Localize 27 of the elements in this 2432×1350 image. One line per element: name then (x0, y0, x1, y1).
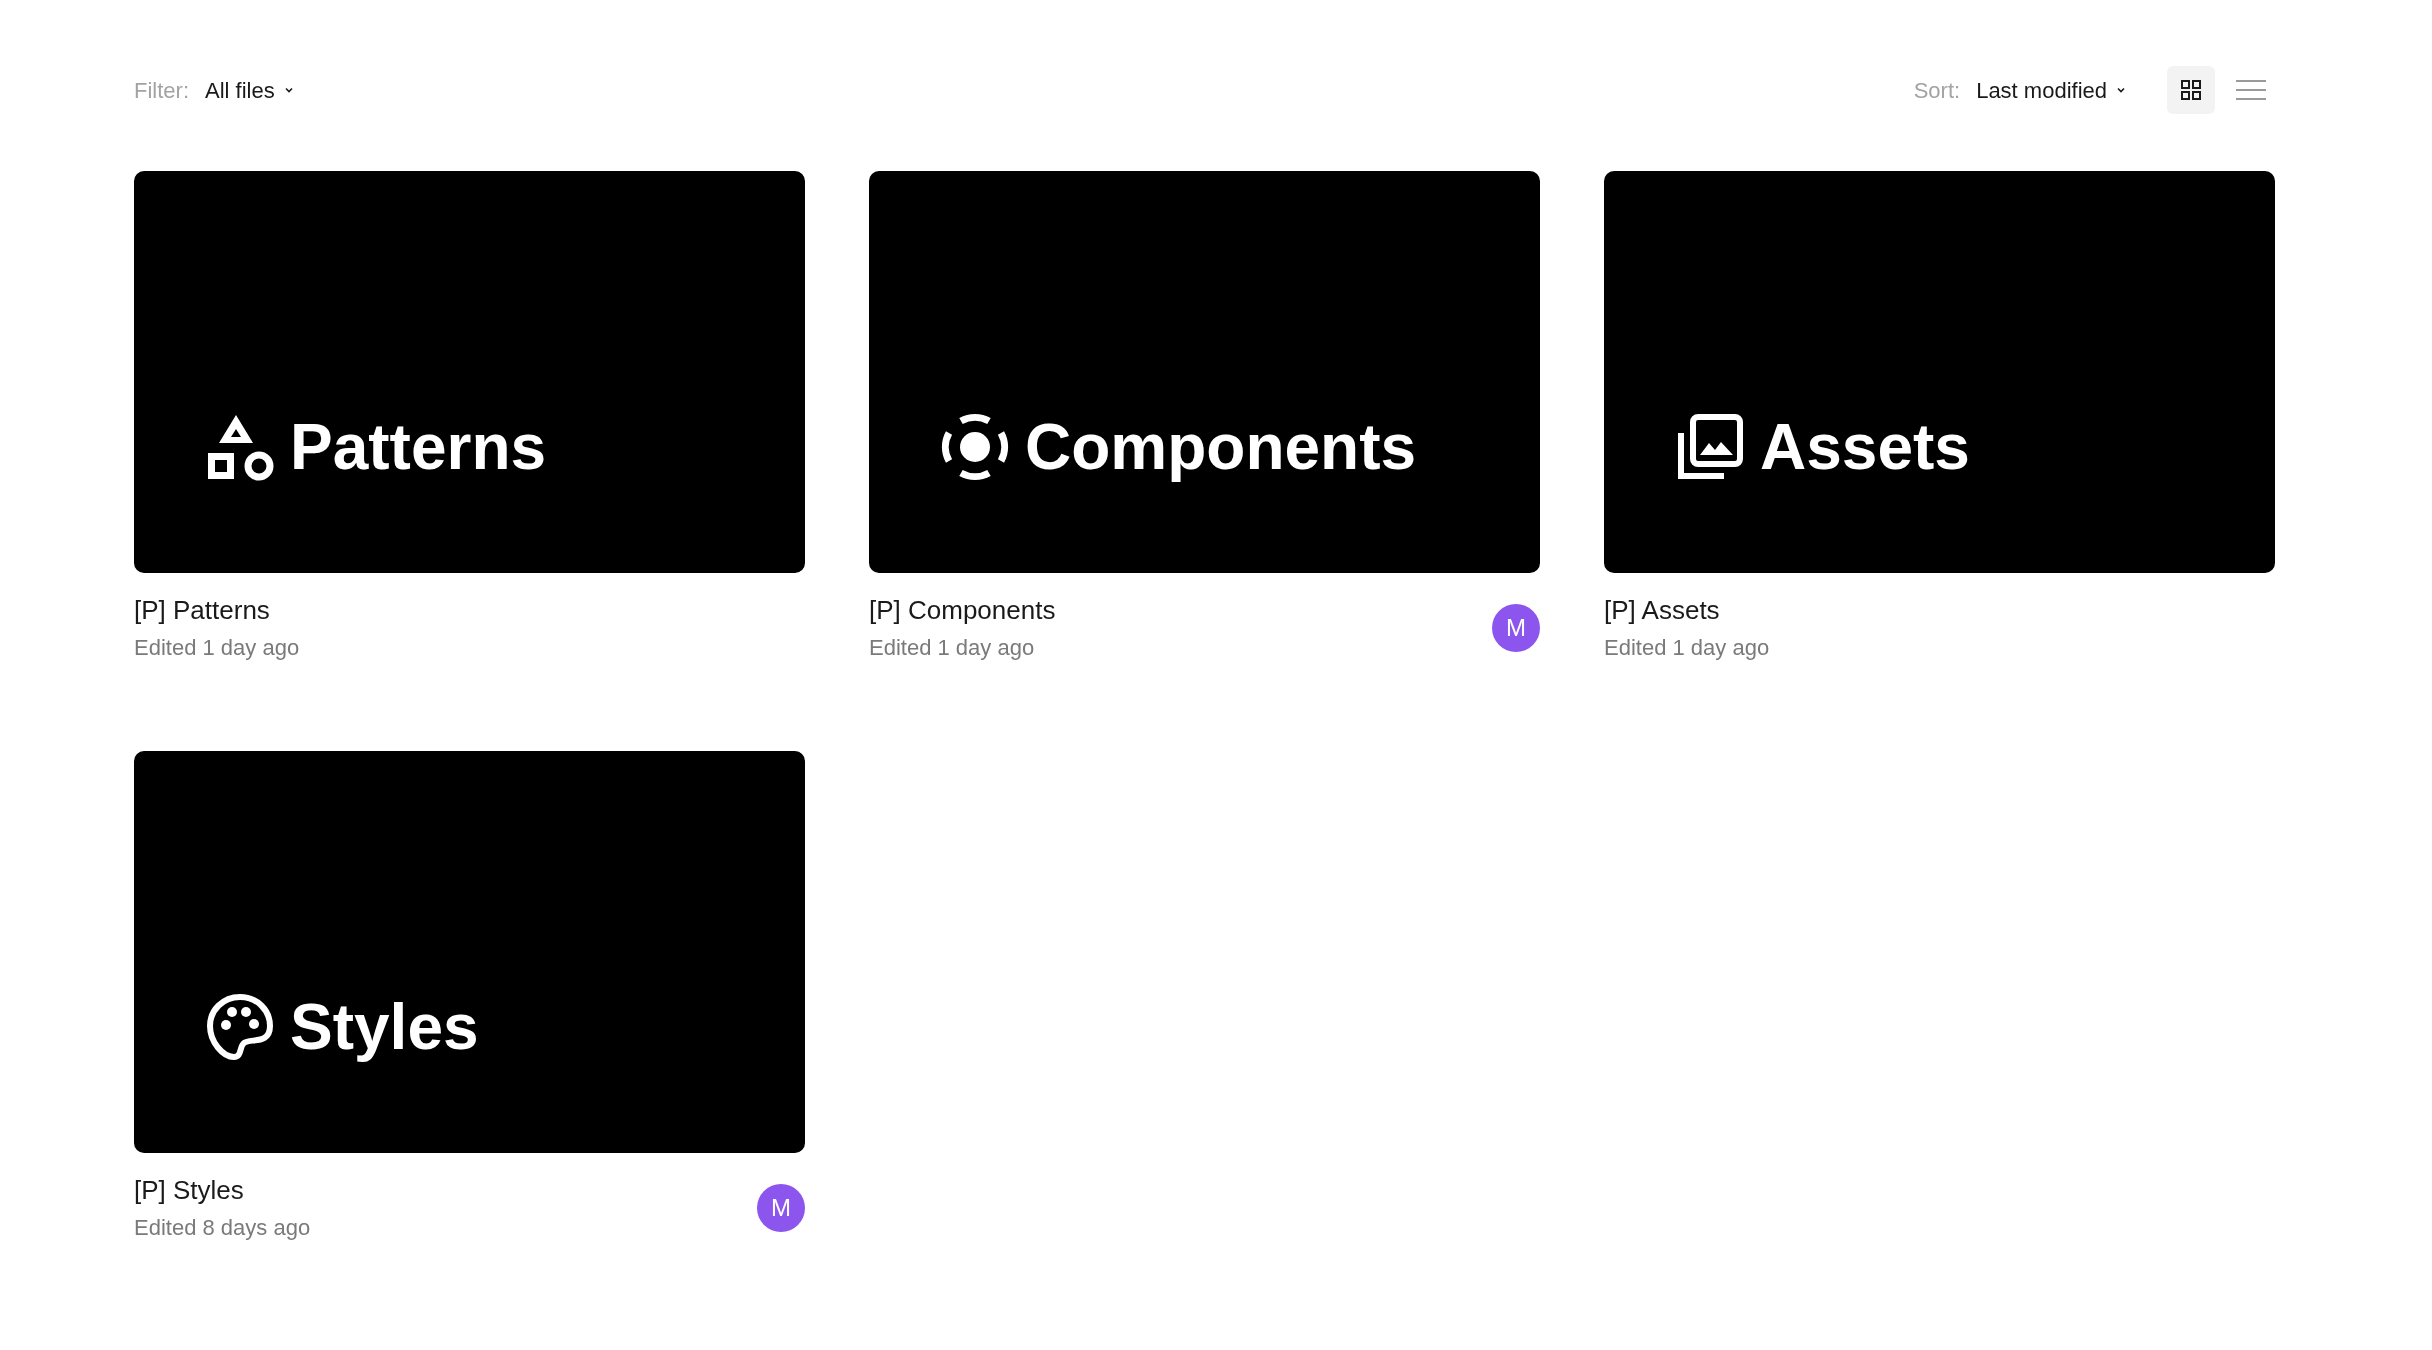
file-name: [P] Patterns (134, 594, 271, 627)
filter-dropdown[interactable]: All files (205, 73, 295, 107)
list-view-icon (2236, 78, 2266, 102)
grid-view-icon (2180, 79, 2202, 101)
thumbnail-title: Assets (1760, 415, 1970, 479)
sort-dropdown[interactable]: Last modified (1976, 73, 2127, 107)
file-name: [P] Styles (134, 1174, 245, 1207)
thumbnail-title: Patterns (290, 415, 547, 479)
shapes-icon (206, 413, 274, 481)
target-icon (941, 413, 1009, 481)
filter-label: Filter: (134, 76, 189, 105)
sort-label: Sort: (1913, 76, 1961, 105)
file-thumbnail[interactable]: Components (869, 171, 1540, 573)
file-name: [P] Components (869, 594, 1056, 627)
edited-time: Edited 1 day ago (1604, 634, 1770, 662)
edited-time: Edited 1 day ago (134, 634, 300, 662)
images-icon (1676, 413, 1744, 481)
file-thumbnail[interactable]: Patterns (134, 171, 805, 573)
grid-view-button[interactable] (2167, 66, 2215, 114)
file-thumbnail[interactable]: Assets (1604, 171, 2275, 573)
edited-time: Edited 8 days ago (134, 1214, 311, 1242)
user-avatar: M (757, 1184, 805, 1232)
palette-icon (206, 993, 274, 1061)
edited-time: Edited 1 day ago (869, 634, 1036, 662)
user-avatar: M (1492, 604, 1540, 652)
file-thumbnail[interactable]: Styles (134, 751, 805, 1153)
file-name: [P] Assets (1604, 594, 1721, 627)
